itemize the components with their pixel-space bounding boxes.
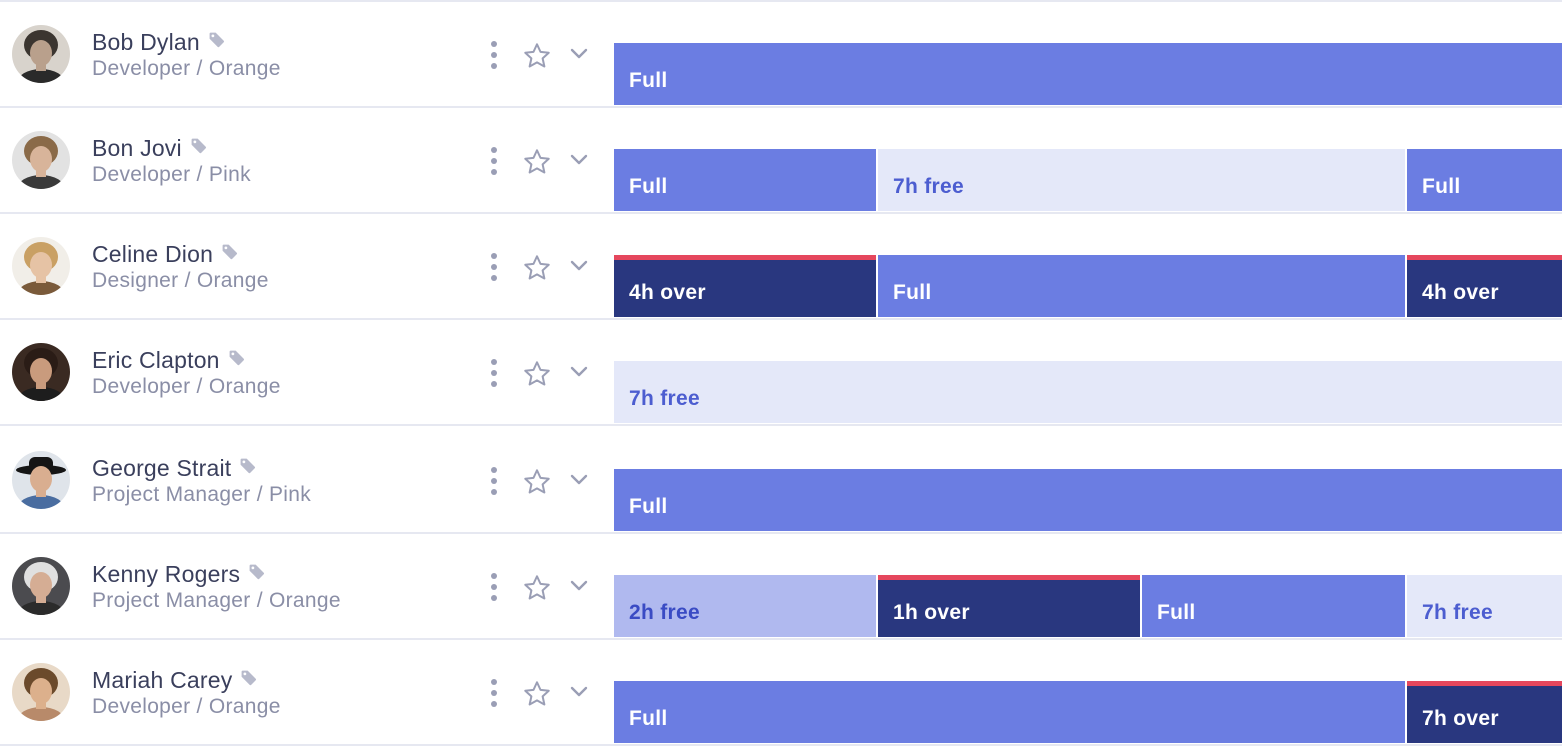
allocation-bar-over[interactable]: 1h over bbox=[878, 575, 1140, 637]
star-outline-icon[interactable] bbox=[521, 40, 553, 72]
more-vertical-icon[interactable] bbox=[484, 570, 504, 604]
tag-icon[interactable] bbox=[208, 27, 225, 54]
tag-icon[interactable] bbox=[248, 559, 265, 586]
allocation-bar-full[interactable]: Full bbox=[1407, 149, 1562, 211]
allocation-bar-full[interactable]: Full bbox=[614, 681, 1405, 743]
avatar[interactable] bbox=[12, 557, 70, 615]
person-name[interactable]: Bob Dylan bbox=[92, 27, 225, 56]
tag-icon[interactable] bbox=[240, 665, 257, 692]
tag-icon[interactable] bbox=[228, 345, 245, 372]
allocation-label: Full bbox=[629, 495, 668, 518]
person-name[interactable]: Celine Dion bbox=[92, 239, 238, 268]
allocation-label: 7h free bbox=[1422, 601, 1493, 624]
star-outline-icon[interactable] bbox=[521, 466, 553, 498]
person-name-text: Mariah Carey bbox=[92, 667, 233, 693]
avatar[interactable] bbox=[12, 25, 70, 83]
allocation-label: Full bbox=[629, 707, 668, 730]
chevron-down-icon[interactable] bbox=[568, 152, 590, 168]
person-name-text: Kenny Rogers bbox=[92, 561, 241, 587]
allocation-bar-over[interactable]: 4h over bbox=[614, 255, 876, 317]
allocation-bar-over[interactable]: 7h over bbox=[1407, 681, 1562, 743]
chevron-down-icon[interactable] bbox=[568, 684, 590, 700]
person-row: Celine Dion Designer / Orange 4h over Full 4… bbox=[0, 214, 1562, 320]
avatar[interactable] bbox=[12, 451, 70, 509]
chevron-down-icon[interactable] bbox=[568, 258, 590, 274]
person-row: George Strait Project Manager / Pink Full bbox=[0, 428, 1562, 534]
role-team-label: Developer / Pink bbox=[92, 163, 251, 186]
allocation-label: 7h free bbox=[629, 387, 700, 410]
star-outline-icon[interactable] bbox=[521, 146, 553, 178]
person-row: Bon Jovi Developer / Pink Full 7h free Full bbox=[0, 108, 1562, 214]
allocation-bar-full[interactable]: Full bbox=[878, 255, 1405, 317]
more-vertical-icon[interactable] bbox=[484, 144, 504, 178]
more-vertical-icon[interactable] bbox=[484, 676, 504, 710]
chevron-down-icon[interactable] bbox=[568, 472, 590, 488]
allocation-bar-part[interactable]: 2h free bbox=[614, 575, 876, 637]
star-outline-icon[interactable] bbox=[521, 572, 553, 604]
chevron-down-icon[interactable] bbox=[568, 46, 590, 62]
person-name[interactable]: Mariah Carey bbox=[92, 665, 257, 694]
chevron-down-icon[interactable] bbox=[568, 578, 590, 594]
allocation-bar-full[interactable]: Full bbox=[1142, 575, 1405, 637]
more-vertical-icon[interactable] bbox=[484, 356, 504, 390]
person-row: Bob Dylan Developer / Orange Full bbox=[0, 2, 1562, 108]
allocation-label: 2h free bbox=[629, 601, 700, 624]
allocation-bar-free[interactable]: 7h free bbox=[1407, 575, 1562, 637]
star-outline-icon[interactable] bbox=[521, 252, 553, 284]
person-name-text: Bon Jovi bbox=[92, 135, 182, 161]
allocation-bar-full[interactable]: Full bbox=[614, 469, 1562, 531]
role-team-label: Developer / Orange bbox=[92, 375, 281, 398]
avatar[interactable] bbox=[12, 237, 70, 295]
person-name[interactable]: Bon Jovi bbox=[92, 133, 207, 162]
person-row: Mariah Carey Developer / Orange Full 7h ove… bbox=[0, 640, 1562, 746]
person-name[interactable]: Kenny Rogers bbox=[92, 559, 265, 588]
allocation-label: Full bbox=[629, 175, 668, 198]
person-row: Eric Clapton Developer / Orange 7h free bbox=[0, 320, 1562, 426]
avatar[interactable] bbox=[12, 663, 70, 721]
tag-icon[interactable] bbox=[239, 453, 256, 480]
allocation-label: 4h over bbox=[1422, 281, 1499, 304]
star-outline-icon[interactable] bbox=[521, 358, 553, 390]
tag-icon[interactable] bbox=[221, 239, 238, 266]
more-vertical-icon[interactable] bbox=[484, 464, 504, 498]
avatar[interactable] bbox=[12, 343, 70, 401]
role-team-label: Designer / Orange bbox=[92, 269, 269, 292]
allocation-label: Full bbox=[893, 281, 932, 304]
tag-icon[interactable] bbox=[190, 133, 207, 160]
person-name[interactable]: Eric Clapton bbox=[92, 345, 245, 374]
resource-schedule-list: Bob Dylan Developer / Orange Full Bon Jovi D… bbox=[0, 0, 1562, 746]
role-team-label: Project Manager / Orange bbox=[92, 589, 341, 612]
allocation-bar-full[interactable]: Full bbox=[614, 149, 876, 211]
person-name[interactable]: George Strait bbox=[92, 453, 256, 482]
allocation-bar-free[interactable]: 7h free bbox=[614, 361, 1562, 423]
allocation-bar-free[interactable]: 7h free bbox=[878, 149, 1405, 211]
allocation-label: 1h over bbox=[893, 601, 970, 624]
more-vertical-icon[interactable] bbox=[484, 38, 504, 72]
person-name-text: Bob Dylan bbox=[92, 29, 200, 55]
allocation-bar-full[interactable]: Full bbox=[614, 43, 1562, 105]
role-team-label: Project Manager / Pink bbox=[92, 483, 312, 506]
allocation-label: Full bbox=[1157, 601, 1196, 624]
star-outline-icon[interactable] bbox=[521, 678, 553, 710]
person-name-text: George Strait bbox=[92, 455, 232, 481]
allocation-label: Full bbox=[629, 69, 668, 92]
role-team-label: Developer / Orange bbox=[92, 57, 281, 80]
allocation-label: Full bbox=[1422, 175, 1461, 198]
allocation-bar-over[interactable]: 4h over bbox=[1407, 255, 1562, 317]
allocation-label: 7h free bbox=[893, 175, 964, 198]
person-name-text: Eric Clapton bbox=[92, 347, 220, 373]
person-name-text: Celine Dion bbox=[92, 241, 214, 267]
person-row: Kenny Rogers Project Manager / Orange 2h f… bbox=[0, 534, 1562, 640]
chevron-down-icon[interactable] bbox=[568, 364, 590, 380]
avatar[interactable] bbox=[12, 131, 70, 189]
role-team-label: Developer / Orange bbox=[92, 695, 281, 718]
more-vertical-icon[interactable] bbox=[484, 250, 504, 284]
allocation-label: 7h over bbox=[1422, 707, 1499, 730]
allocation-label: 4h over bbox=[629, 281, 706, 304]
